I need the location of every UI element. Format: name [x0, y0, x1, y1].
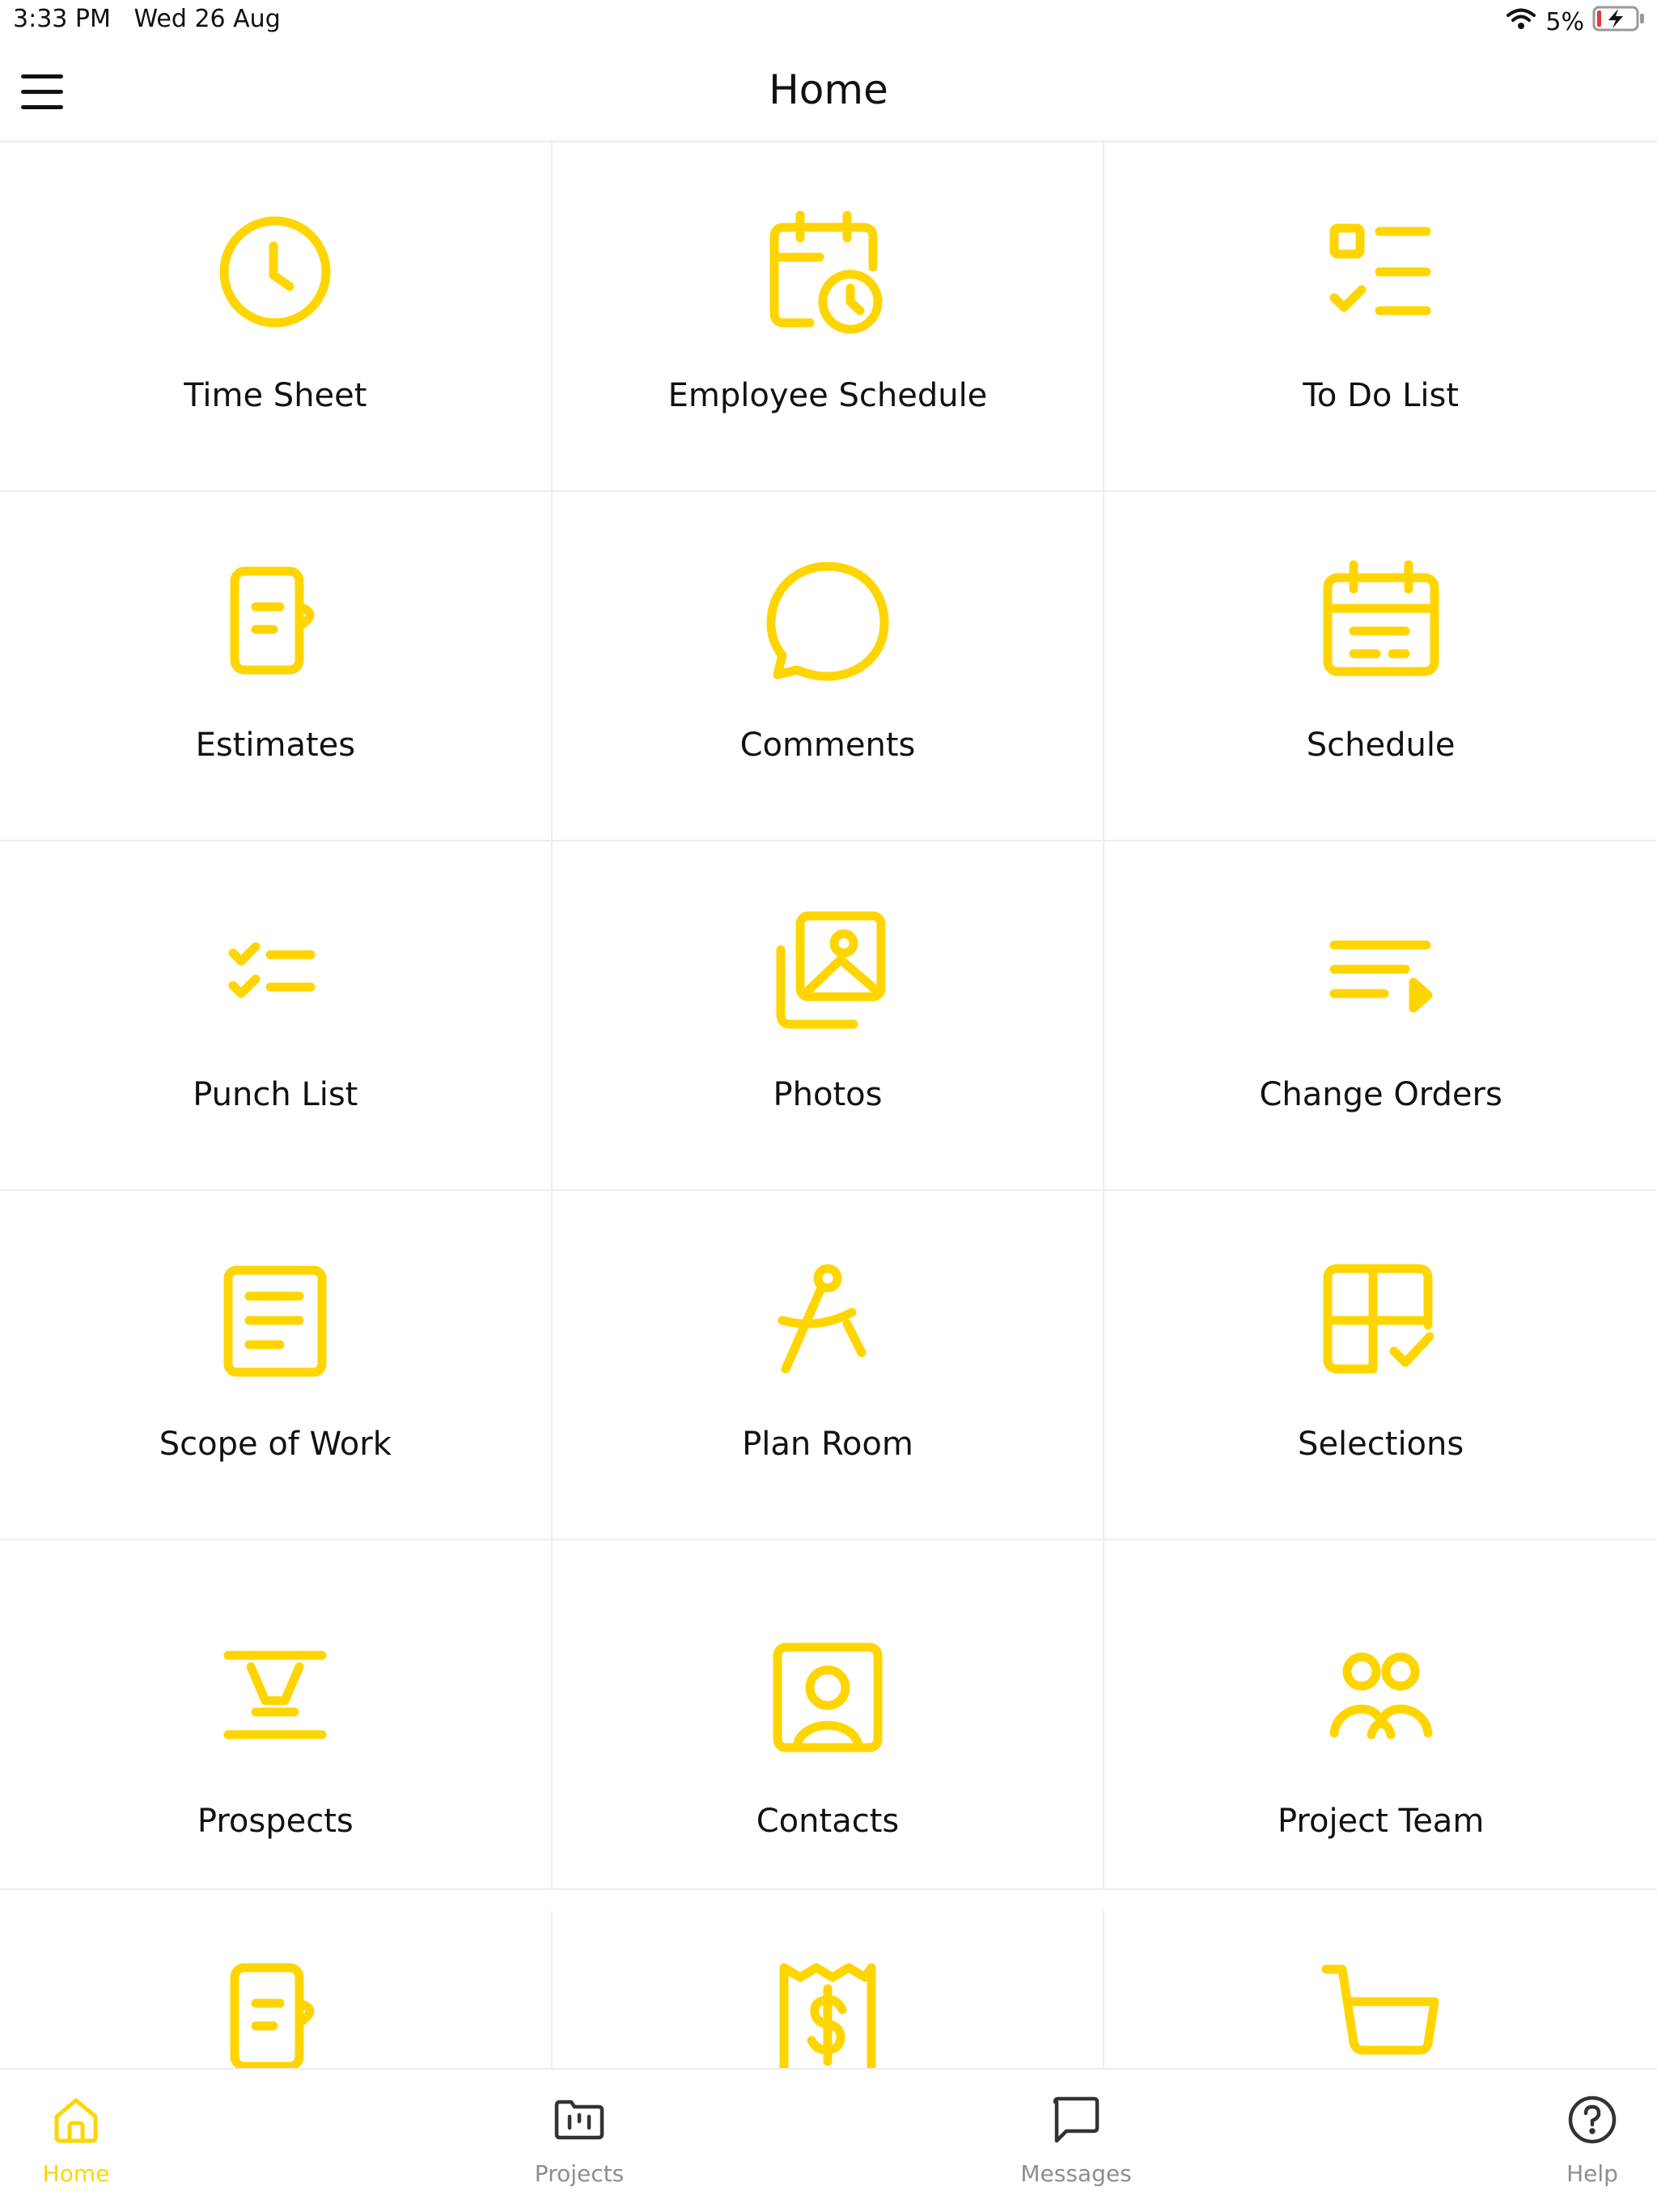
tile-scope-of-work[interactable]: Scope of Work [0, 1191, 553, 1540]
home-tile-grid: Time Sheet Employee Schedule To Do List [0, 142, 1657, 2068]
tile-plan-room[interactable]: Plan Room [552, 1191, 1105, 1540]
help-circle-icon [1566, 2094, 1618, 2146]
tile-row: Time Sheet Employee Schedule To Do List [0, 142, 1657, 492]
receipt-dollar-icon [763, 1953, 892, 2068]
tile-to-do-list[interactable]: To Do List [1104, 142, 1657, 492]
wifi-icon [1505, 6, 1537, 37]
tile-row: Prospects Contacts Project Team [0, 1540, 1657, 1890]
tile-label: Plan Room [742, 1426, 913, 1463]
tile-change-orders[interactable]: Change Orders [1104, 841, 1657, 1191]
tab-label: Help [1566, 2160, 1618, 2187]
status-indicators: 5% [1505, 5, 1646, 39]
chat-bubble-icon [763, 557, 892, 686]
tile-photos[interactable]: Photos [552, 841, 1105, 1191]
tile-label: Employee Schedule [667, 377, 988, 414]
tile-schedule[interactable]: Schedule [1104, 492, 1657, 841]
tile-label: Project Team [1277, 1803, 1485, 1840]
projects-board-icon [553, 2094, 605, 2146]
contact-card-icon [763, 1634, 892, 1764]
estimate-document-icon [210, 557, 340, 686]
tile-label: Time Sheet [184, 377, 367, 414]
tile-label: Prospects [197, 1803, 354, 1840]
tile-project-team[interactable]: Project Team [1104, 1540, 1657, 1890]
tile-invoices[interactable] [0, 1911, 553, 2068]
tile-label: Estimates [195, 727, 356, 764]
tile-punch-list[interactable]: Punch List [0, 841, 553, 1191]
page-title: Home [769, 66, 888, 113]
status-date: Wed 26 Aug [133, 5, 281, 33]
tab-label: Messages [1020, 2160, 1132, 2187]
tab-messages[interactable]: Messages [995, 2070, 1157, 2212]
nav-bar: Home [0, 42, 1657, 142]
tile-label: Scope of Work [159, 1426, 392, 1463]
tile-row [0, 1911, 1657, 2068]
tab-projects[interactable]: Projects [498, 2070, 660, 2212]
tab-bar: Home Projects Messages Help [0, 2068, 1657, 2210]
tile-purchases[interactable] [1104, 1911, 1657, 2068]
check-list-icon [210, 906, 340, 1036]
tile-prospects[interactable]: Prospects [0, 1540, 553, 1890]
prospect-icon [210, 1634, 340, 1764]
tile-row: Punch List Photos Change Orders [0, 841, 1657, 1191]
tab-label: Home [42, 2160, 110, 2187]
invoice-document-icon [210, 1953, 340, 2068]
status-time: 3:33 PM Wed 26 Aug [13, 5, 281, 33]
home-icon [50, 2094, 102, 2146]
calendar-icon [1316, 557, 1446, 686]
selection-grid-icon [1316, 1256, 1446, 1385]
tile-selections[interactable]: Selections [1104, 1191, 1657, 1540]
tab-help[interactable]: Help [1511, 2070, 1657, 2212]
tab-label: Projects [534, 2160, 625, 2187]
tab-home[interactable]: Home [0, 2070, 157, 2212]
clock-icon [210, 207, 340, 337]
tile-label: Punch List [193, 1076, 358, 1113]
calendar-clock-icon [763, 207, 892, 337]
tile-time-sheet[interactable]: Time Sheet [0, 142, 553, 492]
team-icon [1316, 1634, 1446, 1764]
battery-percent: 5% [1545, 7, 1584, 36]
tile-employee-schedule[interactable]: Employee Schedule [552, 142, 1105, 492]
battery-charging-icon [1592, 5, 1646, 39]
tile-row: Scope of Work Plan Room Selections [0, 1191, 1657, 1540]
status-bar: 3:33 PM Wed 26 Aug 5% [0, 0, 1657, 42]
shopping-basket-icon [1316, 1953, 1446, 2068]
tile-receipts[interactable] [552, 1911, 1105, 2068]
compass-drafting-icon [763, 1256, 892, 1385]
message-icon [1050, 2094, 1102, 2146]
tile-row: Estimates Comments Schedule [0, 492, 1657, 841]
tile-label: To Do List [1303, 377, 1459, 414]
change-order-icon [1316, 906, 1446, 1036]
tile-label: Schedule [1306, 727, 1456, 764]
checklist-icon [1316, 207, 1446, 337]
tile-comments[interactable]: Comments [552, 492, 1105, 841]
tile-label: Photos [773, 1076, 883, 1113]
tile-label: Comments [740, 727, 916, 764]
photos-icon [763, 906, 892, 1036]
tile-label: Contacts [756, 1803, 900, 1840]
tile-label: Change Orders [1259, 1076, 1502, 1113]
status-clock: 3:33 PM [13, 5, 111, 33]
tile-label: Selections [1298, 1426, 1464, 1463]
tile-contacts[interactable]: Contacts [552, 1540, 1105, 1890]
document-icon [210, 1256, 340, 1385]
tile-estimates[interactable]: Estimates [0, 492, 553, 841]
